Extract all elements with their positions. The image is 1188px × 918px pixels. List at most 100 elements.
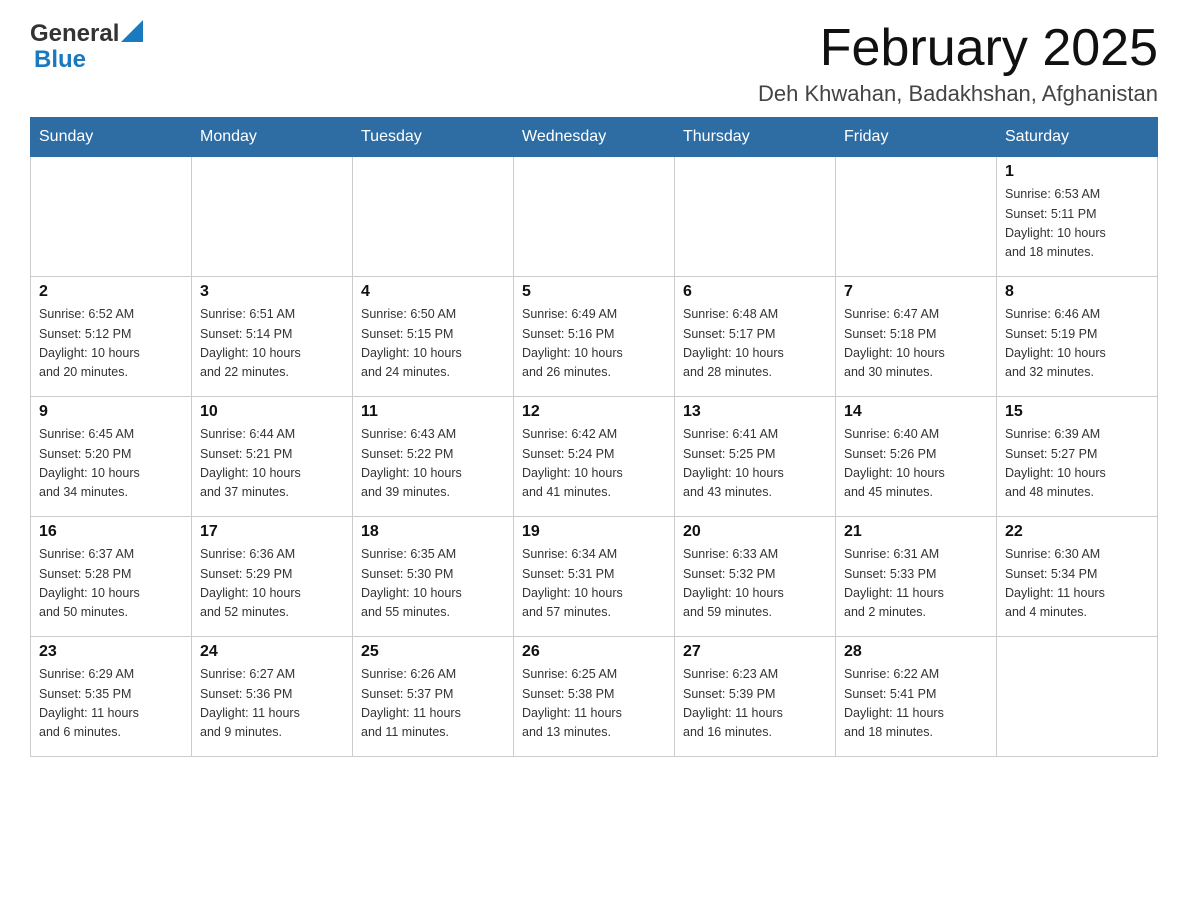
day-info: Sunrise: 6:53 AM Sunset: 5:11 PM Dayligh… [1005,185,1149,263]
day-info: Sunrise: 6:27 AM Sunset: 5:36 PM Dayligh… [200,665,344,743]
calendar-cell: 26Sunrise: 6:25 AM Sunset: 5:38 PM Dayli… [514,637,675,757]
weekday-header-tuesday: Tuesday [353,118,514,157]
calendar-week-row-4: 16 Sunrise: 6:37 AM Sunset: 5:28 PM Dayli… [31,517,1158,637]
calendar-cell: 3 Sunrise: 6:51 AM Sunset: 5:14 PM Daylig… [192,277,353,397]
day-info: Sunrise: 6:34 AM Sunset: 5:31 PM Dayligh… [522,545,666,623]
day-number: 10 [200,403,344,421]
calendar-cell: 8 Sunrise: 6:46 AM Sunset: 5:19 PM Daylig… [997,277,1158,397]
calendar-cell [836,157,997,277]
logo-triangle-icon [121,20,143,42]
calendar-cell: 4 Sunrise: 6:50 AM Sunset: 5:15 PM Daylig… [353,277,514,397]
day-info: Sunrise: 6:52 AM Sunset: 5:12 PM Dayligh… [39,305,183,383]
day-number: 23 [39,643,183,661]
calendar-table: SundayMondayTuesdayWednesdayThursdayFrid… [30,117,1158,757]
calendar-cell: 2Sunrise: 6:52 AM Sunset: 5:12 PM Daylig… [31,277,192,397]
weekday-header-monday: Monday [192,118,353,157]
day-number: 16 [39,523,183,541]
calendar-cell: 5Sunrise: 6:49 AM Sunset: 5:16 PM Daylig… [514,277,675,397]
day-info: Sunrise: 6:43 AM Sunset: 5:22 PM Dayligh… [361,425,505,503]
day-number: 20 [683,523,827,541]
calendar-cell: 10 Sunrise: 6:44 AM Sunset: 5:21 PM Dayli… [192,397,353,517]
day-info: Sunrise: 6:46 AM Sunset: 5:19 PM Dayligh… [1005,305,1149,383]
day-number: 25 [361,643,505,661]
calendar-week-row-3: 9 Sunrise: 6:45 AM Sunset: 5:20 PM Daylig… [31,397,1158,517]
day-info: Sunrise: 6:50 AM Sunset: 5:15 PM Dayligh… [361,305,505,383]
calendar-week-row-5: 23 Sunrise: 6:29 AM Sunset: 5:35 PM Dayli… [31,637,1158,757]
day-number: 13 [683,403,827,421]
calendar-cell: 12 Sunrise: 6:42 AM Sunset: 5:24 PM Dayli… [514,397,675,517]
day-number: 21 [844,523,988,541]
day-info: Sunrise: 6:22 AM Sunset: 5:41 PM Dayligh… [844,665,988,743]
title-block: February 2025 Deh Khwahan, Badakhshan, A… [758,20,1158,107]
calendar-cell: 6 Sunrise: 6:48 AM Sunset: 5:17 PM Daylig… [675,277,836,397]
day-number: 3 [200,283,344,301]
calendar-cell [192,157,353,277]
day-number: 11 [361,403,505,421]
location-title: Deh Khwahan, Badakhshan, Afghanistan [758,81,1158,107]
day-number: 4 [361,283,505,301]
calendar-week-row-1: 1 Sunrise: 6:53 AM Sunset: 5:11 PM Daylig… [31,157,1158,277]
day-number: 7 [844,283,988,301]
day-info: Sunrise: 6:39 AM Sunset: 5:27 PM Dayligh… [1005,425,1149,503]
day-info: Sunrise: 6:23 AM Sunset: 5:39 PM Dayligh… [683,665,827,743]
calendar-cell: 14Sunrise: 6:40 AM Sunset: 5:26 PM Dayli… [836,397,997,517]
day-info: Sunrise: 6:37 AM Sunset: 5:28 PM Dayligh… [39,545,183,623]
logo: General Blue [30,20,143,74]
day-number: 17 [200,523,344,541]
day-info: Sunrise: 6:47 AM Sunset: 5:18 PM Dayligh… [844,305,988,383]
day-number: 22 [1005,523,1149,541]
calendar-cell: 15 Sunrise: 6:39 AM Sunset: 5:27 PM Dayli… [997,397,1158,517]
day-number: 9 [39,403,183,421]
day-number: 18 [361,523,505,541]
day-info: Sunrise: 6:51 AM Sunset: 5:14 PM Dayligh… [200,305,344,383]
logo-blue-text: Blue [34,46,86,74]
calendar-cell: 9 Sunrise: 6:45 AM Sunset: 5:20 PM Daylig… [31,397,192,517]
day-info: Sunrise: 6:29 AM Sunset: 5:35 PM Dayligh… [39,665,183,743]
calendar-cell [997,637,1158,757]
day-number: 15 [1005,403,1149,421]
weekday-header-friday: Friday [836,118,997,157]
calendar-cell: 22 Sunrise: 6:30 AM Sunset: 5:34 PM Dayli… [997,517,1158,637]
day-number: 5 [522,283,666,301]
weekday-header-wednesday: Wednesday [514,118,675,157]
day-info: Sunrise: 6:44 AM Sunset: 5:21 PM Dayligh… [200,425,344,503]
day-number: 8 [1005,283,1149,301]
page-header: General Blue February 2025 Deh Khwahan, … [30,20,1158,107]
weekday-header-row: SundayMondayTuesdayWednesdayThursdayFrid… [31,118,1158,157]
day-info: Sunrise: 6:26 AM Sunset: 5:37 PM Dayligh… [361,665,505,743]
calendar-cell: 1 Sunrise: 6:53 AM Sunset: 5:11 PM Daylig… [997,157,1158,277]
calendar-cell [514,157,675,277]
day-number: 12 [522,403,666,421]
day-info: Sunrise: 6:45 AM Sunset: 5:20 PM Dayligh… [39,425,183,503]
calendar-cell [353,157,514,277]
day-info: Sunrise: 6:31 AM Sunset: 5:33 PM Dayligh… [844,545,988,623]
day-number: 19 [522,523,666,541]
day-info: Sunrise: 6:30 AM Sunset: 5:34 PM Dayligh… [1005,545,1149,623]
calendar-cell: 23 Sunrise: 6:29 AM Sunset: 5:35 PM Dayli… [31,637,192,757]
day-info: Sunrise: 6:35 AM Sunset: 5:30 PM Dayligh… [361,545,505,623]
day-number: 6 [683,283,827,301]
day-info: Sunrise: 6:41 AM Sunset: 5:25 PM Dayligh… [683,425,827,503]
day-number: 24 [200,643,344,661]
month-title: February 2025 [758,20,1158,77]
day-number: 27 [683,643,827,661]
calendar-cell: 27 Sunrise: 6:23 AM Sunset: 5:39 PM Dayli… [675,637,836,757]
calendar-cell: 11 Sunrise: 6:43 AM Sunset: 5:22 PM Dayli… [353,397,514,517]
calendar-cell [31,157,192,277]
day-info: Sunrise: 6:40 AM Sunset: 5:26 PM Dayligh… [844,425,988,503]
calendar-cell: 20 Sunrise: 6:33 AM Sunset: 5:32 PM Dayli… [675,517,836,637]
day-info: Sunrise: 6:48 AM Sunset: 5:17 PM Dayligh… [683,305,827,383]
weekday-header-saturday: Saturday [997,118,1158,157]
calendar-cell: 28 Sunrise: 6:22 AM Sunset: 5:41 PM Dayli… [836,637,997,757]
day-number: 28 [844,643,988,661]
calendar-cell: 13 Sunrise: 6:41 AM Sunset: 5:25 PM Dayli… [675,397,836,517]
calendar-cell: 17Sunrise: 6:36 AM Sunset: 5:29 PM Dayli… [192,517,353,637]
day-info: Sunrise: 6:42 AM Sunset: 5:24 PM Dayligh… [522,425,666,503]
calendar-cell: 25 Sunrise: 6:26 AM Sunset: 5:37 PM Dayli… [353,637,514,757]
day-number: 1 [1005,163,1149,181]
calendar-cell: 16 Sunrise: 6:37 AM Sunset: 5:28 PM Dayli… [31,517,192,637]
calendar-cell: 21 Sunrise: 6:31 AM Sunset: 5:33 PM Dayli… [836,517,997,637]
calendar-cell: 24 Sunrise: 6:27 AM Sunset: 5:36 PM Dayli… [192,637,353,757]
day-info: Sunrise: 6:33 AM Sunset: 5:32 PM Dayligh… [683,545,827,623]
calendar-cell: 19 Sunrise: 6:34 AM Sunset: 5:31 PM Dayli… [514,517,675,637]
